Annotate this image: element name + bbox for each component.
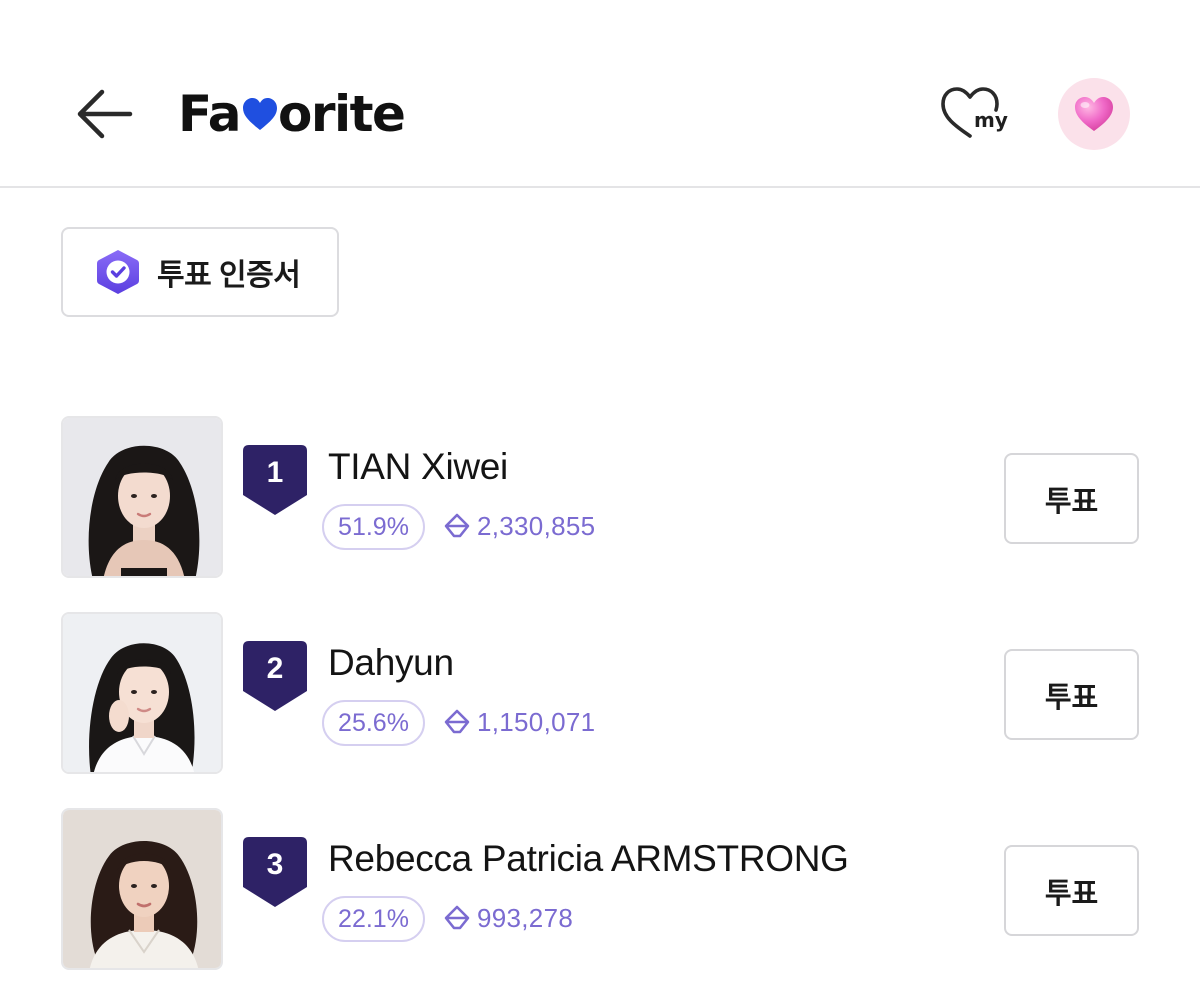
candidate-photo bbox=[61, 808, 223, 970]
heart-outline-icon: my bbox=[941, 87, 1008, 138]
candidate-name: TIAN Xiwei bbox=[328, 446, 508, 487]
vote-certificate-label: 투표 인증서 bbox=[157, 259, 301, 292]
rank-number: 3 bbox=[266, 848, 284, 881]
vote-button[interactable]: 투표 bbox=[1004, 649, 1139, 740]
vote-button[interactable]: 투표 bbox=[1004, 453, 1139, 544]
candidate-name: Rebecca Patricia ARMSTRONG bbox=[328, 838, 849, 879]
vote-percentage: 51.9% bbox=[322, 504, 425, 550]
diamond-icon bbox=[441, 708, 473, 736]
ranking-list: 1 TIAN Xiwei 51.9% 2,330,855 투표 2 Dahyun… bbox=[0, 416, 1200, 993]
heart-icon bbox=[241, 96, 279, 134]
logo-text-end: orite bbox=[277, 85, 406, 143]
vote-percentage: 25.6% bbox=[322, 700, 425, 746]
pink-heart-icon bbox=[1075, 97, 1113, 131]
vote-count: 2,330,855 bbox=[441, 506, 595, 546]
ranking-row[interactable]: 1 TIAN Xiwei 51.9% 2,330,855 투표 bbox=[0, 416, 1200, 612]
back-button[interactable] bbox=[72, 86, 136, 142]
vote-button[interactable]: 투표 bbox=[1004, 845, 1139, 936]
rank-number: 2 bbox=[266, 652, 284, 685]
vote-count: 1,150,071 bbox=[441, 702, 595, 742]
top-bar: Fa orite my bbox=[0, 0, 1200, 188]
arrow-left-icon bbox=[77, 89, 133, 139]
vote-percentage: 22.1% bbox=[322, 896, 425, 942]
favorite-heart-button[interactable] bbox=[1058, 78, 1130, 150]
verified-badge-icon bbox=[95, 248, 141, 296]
my-label: my bbox=[974, 108, 1008, 132]
rank-badge: 2 bbox=[243, 641, 307, 711]
rank-number: 1 bbox=[266, 456, 284, 489]
ranking-row[interactable]: 3 Rebecca Patricia ARMSTRONG 22.1% 993,2… bbox=[0, 808, 1200, 993]
ranking-row[interactable]: 2 Dahyun 25.6% 1,150,071 투표 bbox=[0, 612, 1200, 808]
vote-count-value: 993,278 bbox=[477, 902, 574, 933]
candidate-photo bbox=[61, 612, 223, 774]
rank-badge: 1 bbox=[243, 445, 307, 515]
vote-count-value: 2,330,855 bbox=[477, 510, 596, 541]
candidate-name: Dahyun bbox=[328, 642, 454, 683]
vote-certificate-button[interactable]: 투표 인증서 bbox=[61, 227, 339, 317]
diamond-icon bbox=[441, 512, 473, 540]
diamond-icon bbox=[441, 904, 473, 932]
vote-count-value: 1,150,071 bbox=[477, 706, 596, 737]
rank-badge: 3 bbox=[243, 837, 307, 907]
vote-count: 993,278 bbox=[441, 898, 573, 938]
logo-text-start: Fa bbox=[178, 85, 241, 143]
my-favorites-button[interactable]: my bbox=[938, 84, 1012, 144]
candidate-photo bbox=[61, 416, 223, 578]
app-logo: Fa orite bbox=[178, 84, 406, 144]
